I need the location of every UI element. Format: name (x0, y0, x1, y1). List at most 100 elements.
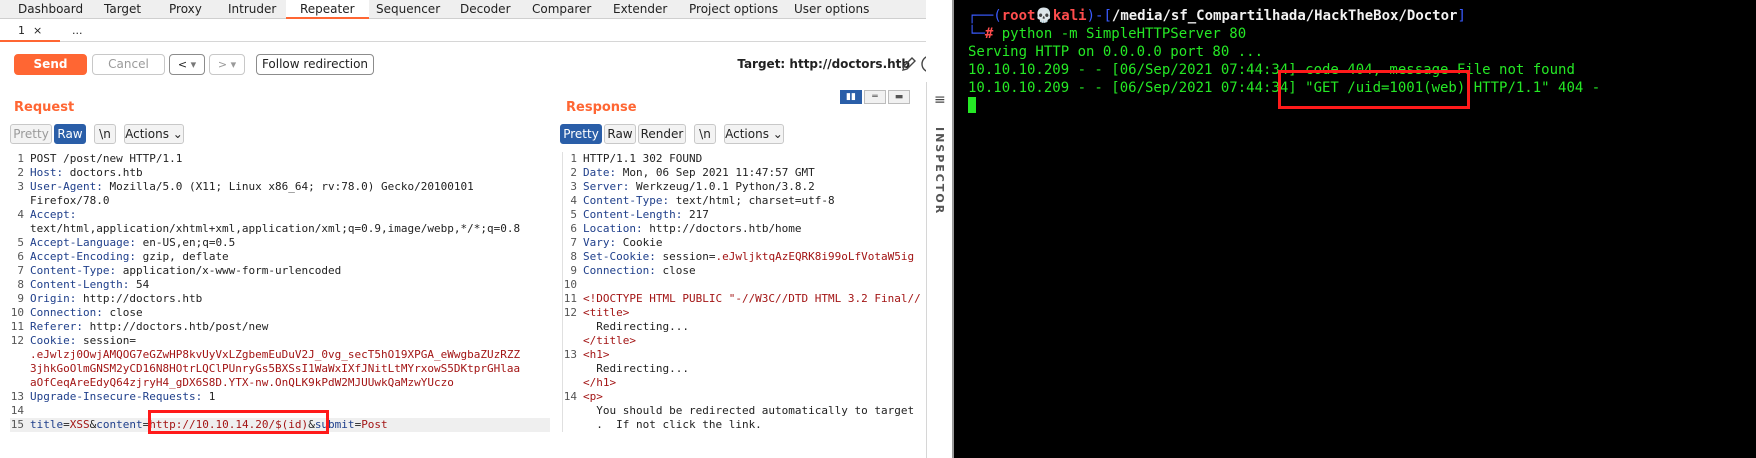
response-raw-button[interactable]: Raw (604, 124, 636, 144)
subtab-1-label: 1 (18, 24, 25, 37)
request-editor[interactable]: 1 POST /post/new HTTP/1.1 2 Host: doctors.h… (10, 152, 550, 432)
tab-comparer[interactable]: Comparer (532, 0, 591, 19)
plain-text: POST /post/new HTTP/1.1 (30, 152, 183, 165)
editor-line: 6 Accept-Encoding: gzip, deflate (10, 250, 550, 264)
line-text: User-Agent: Mozilla/5.0 (X11; Linux x86_… (30, 180, 474, 194)
request-title: Request (14, 100, 75, 115)
line-text: <h1> (583, 348, 610, 362)
tab-proxy[interactable]: Proxy (169, 0, 202, 19)
request-newline-button[interactable]: \n (94, 124, 116, 144)
line-text: Origin: http://doctors.htb (30, 292, 202, 306)
request-raw-button[interactable]: Raw (54, 124, 86, 144)
tab-target[interactable]: Target (104, 0, 141, 19)
html-tag: <p> (583, 390, 603, 403)
line-number: 4 (570, 194, 577, 207)
terminal-cursor (968, 97, 976, 113)
line-number: 6 (17, 250, 24, 263)
forward-button[interactable]: > ▾ (209, 54, 245, 75)
back-button[interactable]: < ▾ (169, 54, 205, 75)
line-text: Date: Mon, 06 Sep 2021 11:47:57 GMT (583, 166, 815, 180)
plain-text: Redirecting... (583, 320, 689, 333)
line-text: Connection: close (30, 306, 143, 320)
body-param-p1: title (30, 418, 64, 431)
html-tag: <h1> (583, 348, 610, 361)
response-pretty-button[interactable]: Pretty (560, 124, 602, 144)
inspector-label: INSPECTOR (933, 127, 946, 216)
chevron-down-icon: ▾ (230, 58, 237, 71)
header-value: http://doctors.htb (76, 292, 203, 305)
subtab-more[interactable]: ... (72, 20, 83, 42)
header-name: User-Agent: (30, 180, 103, 193)
editor-line: aOfCeqAreEdyQ64zjryH4_gDX6S8D.YTX-nw.OnQ… (10, 376, 550, 390)
menu-icon[interactable]: ≡ (934, 92, 946, 108)
editor-line: Redirecting... (563, 362, 926, 376)
editor-line: </title> (563, 334, 926, 348)
repeater-toolbar: Send Cancel < ▾ > ▾ Follow redirection T… (0, 44, 926, 82)
request-actions-button[interactable]: Actions ⌄ (124, 124, 184, 144)
editor-line: 11 Referer: http://doctors.htb/post/new (10, 320, 550, 334)
split-horizontal-icon[interactable]: ▮▮ (840, 90, 862, 104)
line-number: 5 (17, 236, 24, 249)
chevron-down-icon: ⌄ (772, 127, 783, 141)
header-name: Connection: (583, 264, 656, 277)
line-text: Vary: Cookie (583, 236, 662, 250)
header-name: Referer: (30, 320, 83, 333)
request-pretty-button[interactable]: Pretty (10, 124, 52, 144)
prompt-path: /media/sf_Compartilhada/HackTheBox/Docto… (1111, 8, 1458, 24)
header-name: Content-Length: (30, 278, 130, 291)
cancel-button[interactable]: Cancel (92, 54, 165, 75)
split-vertical-icon[interactable]: ═ (864, 90, 886, 104)
tab-intruder[interactable]: Intruder (228, 0, 276, 19)
line-text: Redirecting... (583, 320, 689, 334)
header-name: Content-Length: (583, 208, 683, 221)
header-name: Host: (30, 166, 64, 179)
subtab-1[interactable]: 1 × (0, 20, 60, 42)
response-actions-button[interactable]: Actions ⌄ (724, 124, 784, 144)
cookie-value: aOfCeqAreEdyQ64zjryH4_gDX6S8D.YTX-nw.OnQ… (30, 376, 454, 389)
send-button[interactable]: Send (14, 54, 87, 75)
response-newline-button[interactable]: \n (694, 124, 716, 144)
tab-repeater[interactable]: Repeater (286, 0, 369, 19)
line-text: Content-Type: text/html; charset=utf-8 (583, 194, 835, 208)
tab-dashboard[interactable]: Dashboard (18, 0, 83, 19)
terminal-window[interactable]: ┌──(root💀kali)-[/media/sf_Compartilhada/… (954, 0, 1756, 458)
line-number: 1 (17, 152, 24, 165)
tab-user-options[interactable]: User options (794, 0, 869, 19)
line-number: 9 (570, 264, 577, 277)
header-value: session= (76, 334, 136, 347)
line-number: 10 (563, 278, 577, 291)
line-text: .eJwlzj0OwjAMQOG7eGZwHP8kvUyVxLZgbemEuDu… (30, 348, 520, 362)
editor-line: .eJwlzj0OwjAMQOG7eGZwHP8kvUyVxLZgbemEuDu… (10, 348, 550, 362)
target-icons: ? (900, 54, 926, 77)
line-text: Accept-Encoding: gzip, deflate (30, 250, 229, 264)
header-name: Connection: (30, 306, 103, 319)
editor-line: 8 Content-Length: 54 (10, 278, 550, 292)
html-tag: <!DOCTYPE HTML PUBLIC "-//W3C//DTD HTML … (583, 292, 921, 305)
inspector-sidebar[interactable]: ≡ INSPECTOR (926, 82, 952, 458)
response-editor[interactable]: 1 HTTP/1.1 302 FOUND 2 Date: Mon, 06 Sep 20… (562, 152, 926, 432)
chevron-down-icon: ⌄ (172, 127, 183, 141)
line-text: Cookie: session= (30, 334, 136, 348)
tab-extender[interactable]: Extender (613, 0, 667, 19)
follow-redirection-button[interactable]: Follow redirection (256, 54, 374, 75)
close-icon[interactable]: × (33, 24, 42, 37)
burp-suite-window: Dashboard Target Proxy Intruder Repeater Sequ… (0, 0, 926, 458)
editor-line: 5 Accept-Language: en-US,en;q=0.5 (10, 236, 550, 250)
html-tag: <title> (583, 306, 630, 319)
editor-line: 3 Server: Werkzeug/1.0.1 Python/3.8.2 (563, 180, 926, 194)
tab-decoder[interactable]: Decoder (460, 0, 511, 19)
prompt-open: ┌──( (968, 8, 1002, 24)
header-value: Mozilla/5.0 (X11; Linux x86_64; rv:78.0)… (102, 180, 474, 193)
single-pane-icon[interactable]: ▬ (888, 90, 910, 104)
response-render-button[interactable]: Render (638, 124, 686, 144)
editor-line: 10 (563, 278, 926, 292)
header-value: text/html; charset=utf-8 (669, 194, 835, 207)
editor-line: 4 Content-Type: text/html; charset=utf-8 (563, 194, 926, 208)
line-number: 14 (563, 390, 577, 403)
header-value: close (102, 306, 143, 319)
tab-project-options[interactable]: Project options (689, 0, 778, 19)
line-number: 11 (10, 320, 24, 333)
tab-sequencer[interactable]: Sequencer (376, 0, 440, 19)
edit-target-icon[interactable]: ? (900, 54, 926, 74)
editor-line: </h1> (563, 376, 926, 390)
